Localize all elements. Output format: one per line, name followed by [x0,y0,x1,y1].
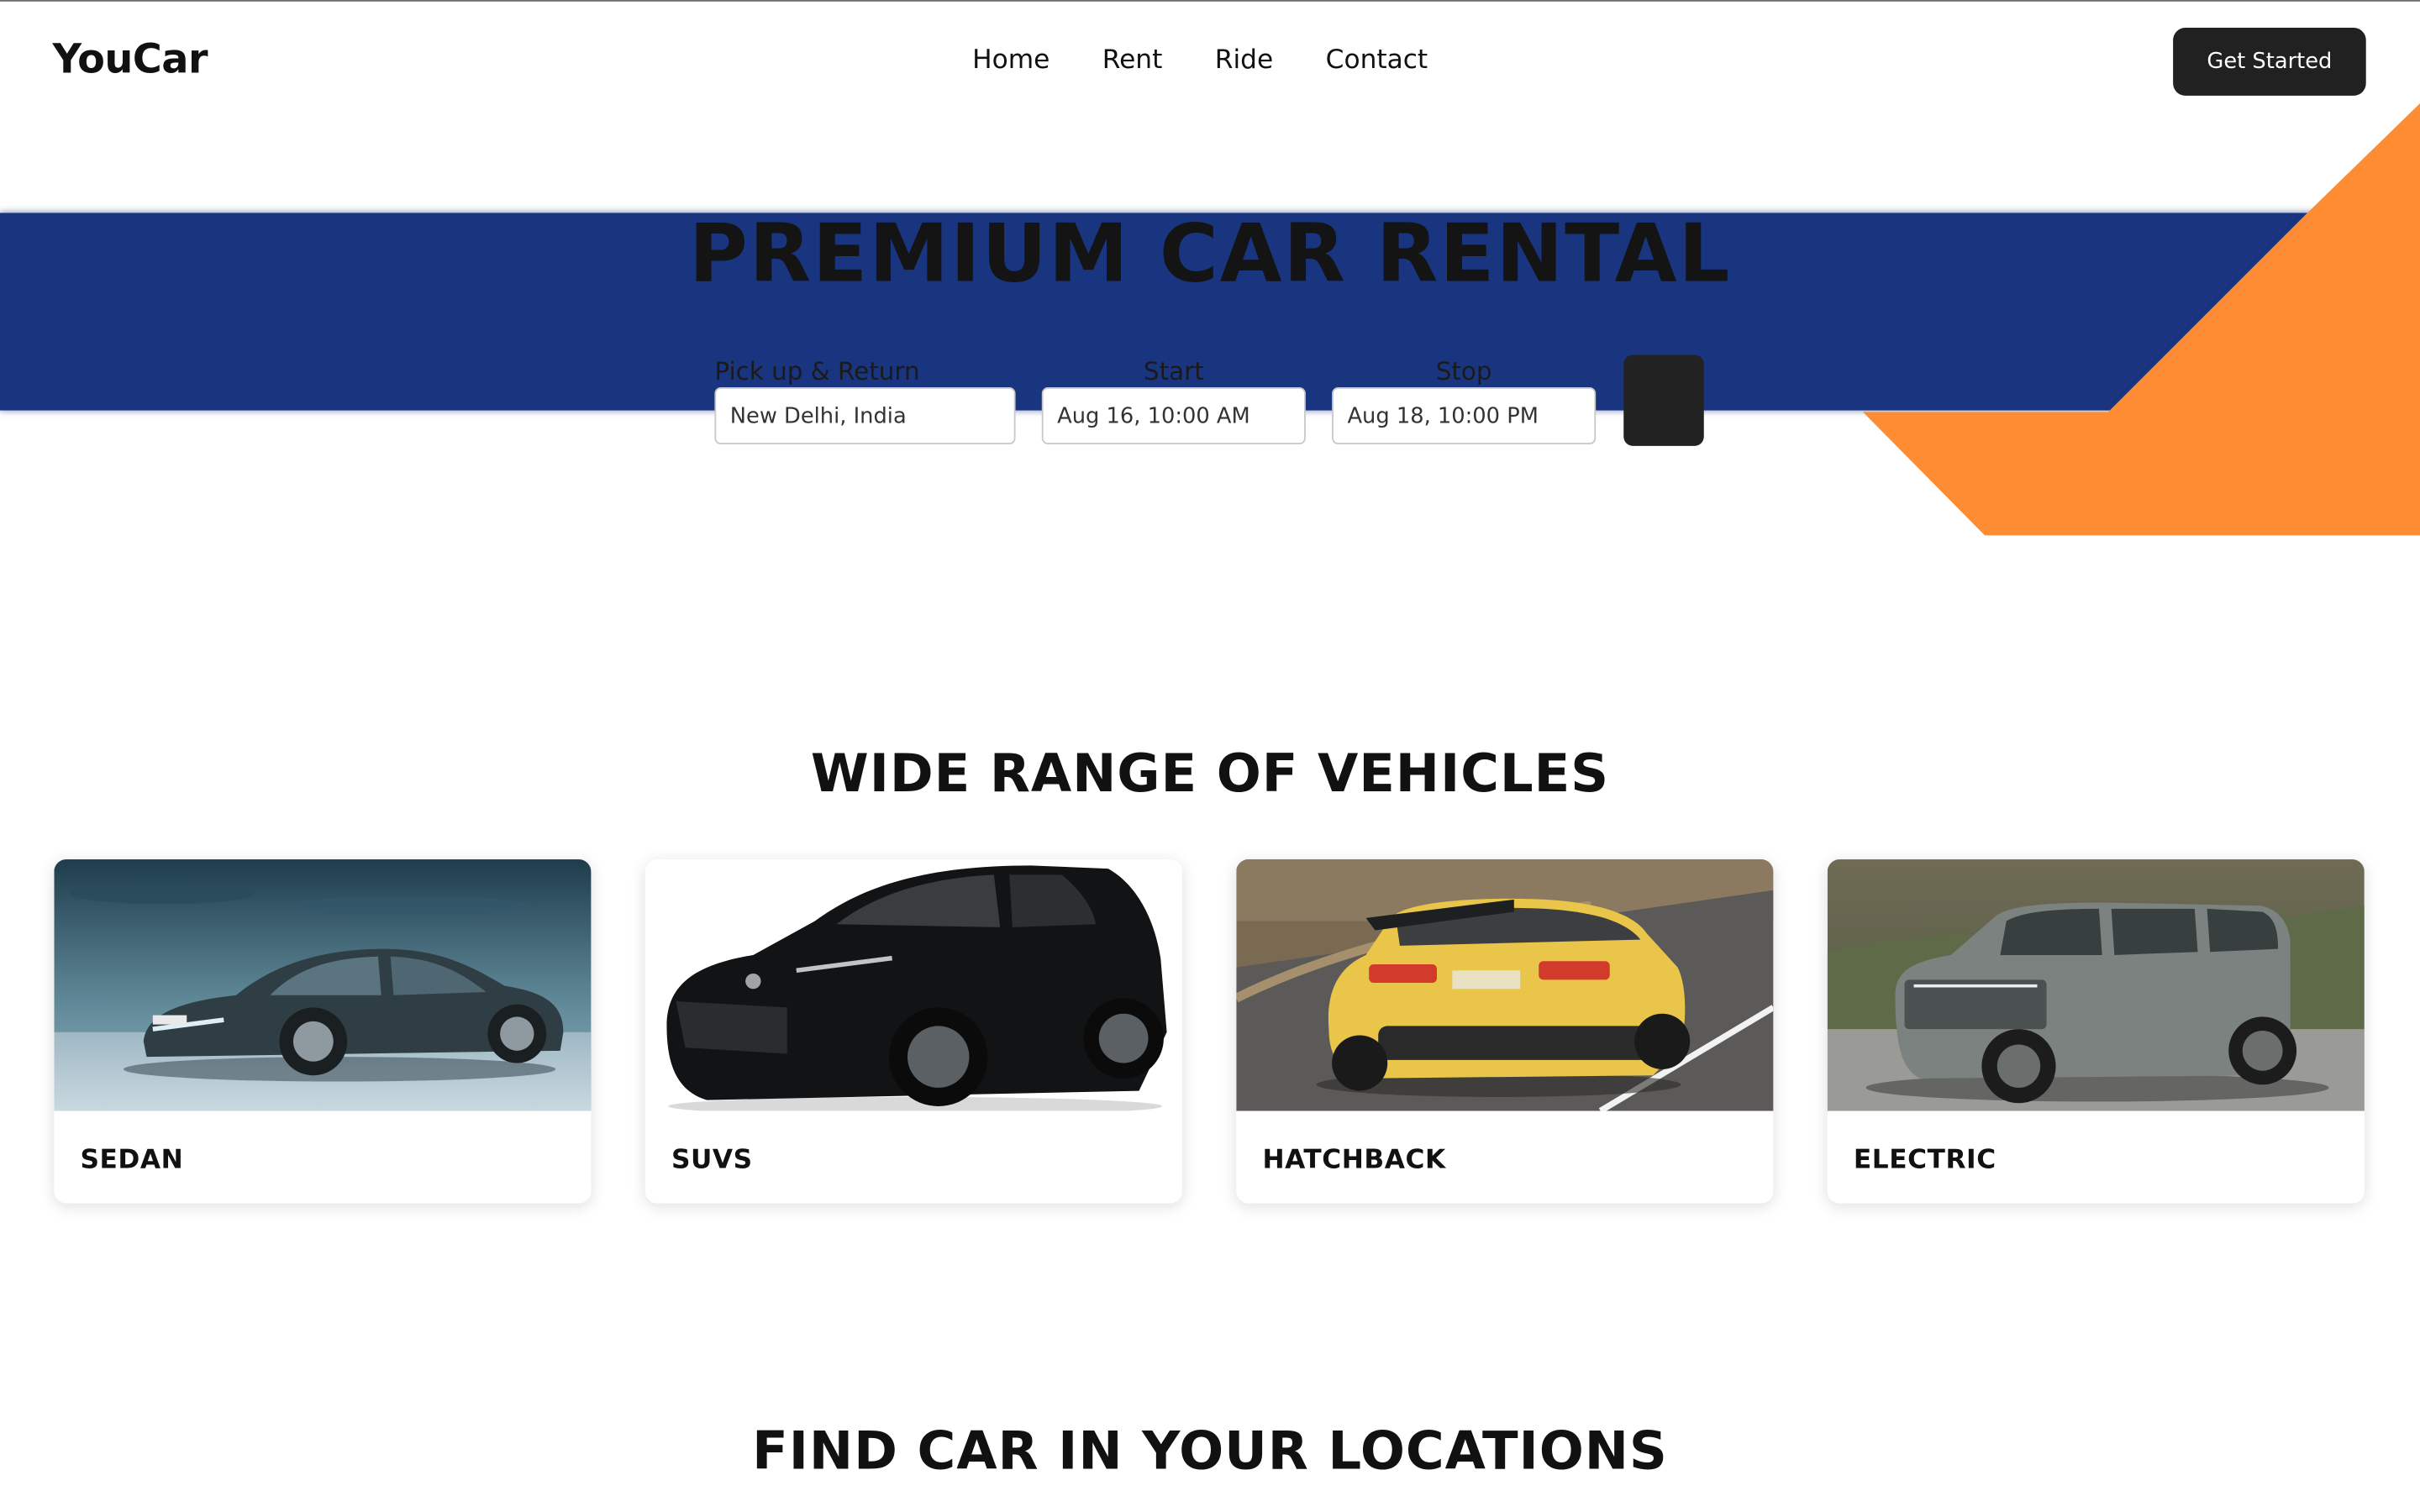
start-date-input[interactable] [1041,387,1306,444]
suv-image [644,859,1182,1111]
vehicle-card-suvs[interactable]: SUVS [644,859,1182,1204]
vehicle-card-sedan[interactable]: SEDAN [54,859,592,1204]
vehicle-card-label: HATCHBACK [1262,1144,1446,1176]
electric-image [1827,859,2365,1111]
vehicle-card-electric[interactable]: ELECTRIC [1827,859,2365,1204]
vehicles-title: WIDE RANGE OF VEHICLES [810,743,1610,806]
page: YouCar Home Rent Ride Contact Get Starte… [0,0,2420,1512]
vehicle-card-label: SEDAN [80,1144,184,1176]
sedan-image [54,859,592,1111]
hero-title: PREMIUM CAR RENTAL [688,207,1732,302]
vehicle-card-label: SUVS [671,1144,753,1176]
vehicle-card-label: ELECTRIC [1853,1144,1996,1176]
hatchback-image [1236,859,1774,1111]
location-input[interactable] [714,387,1016,444]
start-label: Start [1143,356,1204,386]
locations-title: FIND CAR IN YOUR LOCATIONS [752,1420,1668,1483]
stop-date-input[interactable] [1332,387,1597,444]
search-button[interactable] [1623,354,1704,446]
vehicle-card-hatchback[interactable]: HATCHBACK [1236,859,1774,1204]
stop-label: Stop [1435,356,1492,386]
